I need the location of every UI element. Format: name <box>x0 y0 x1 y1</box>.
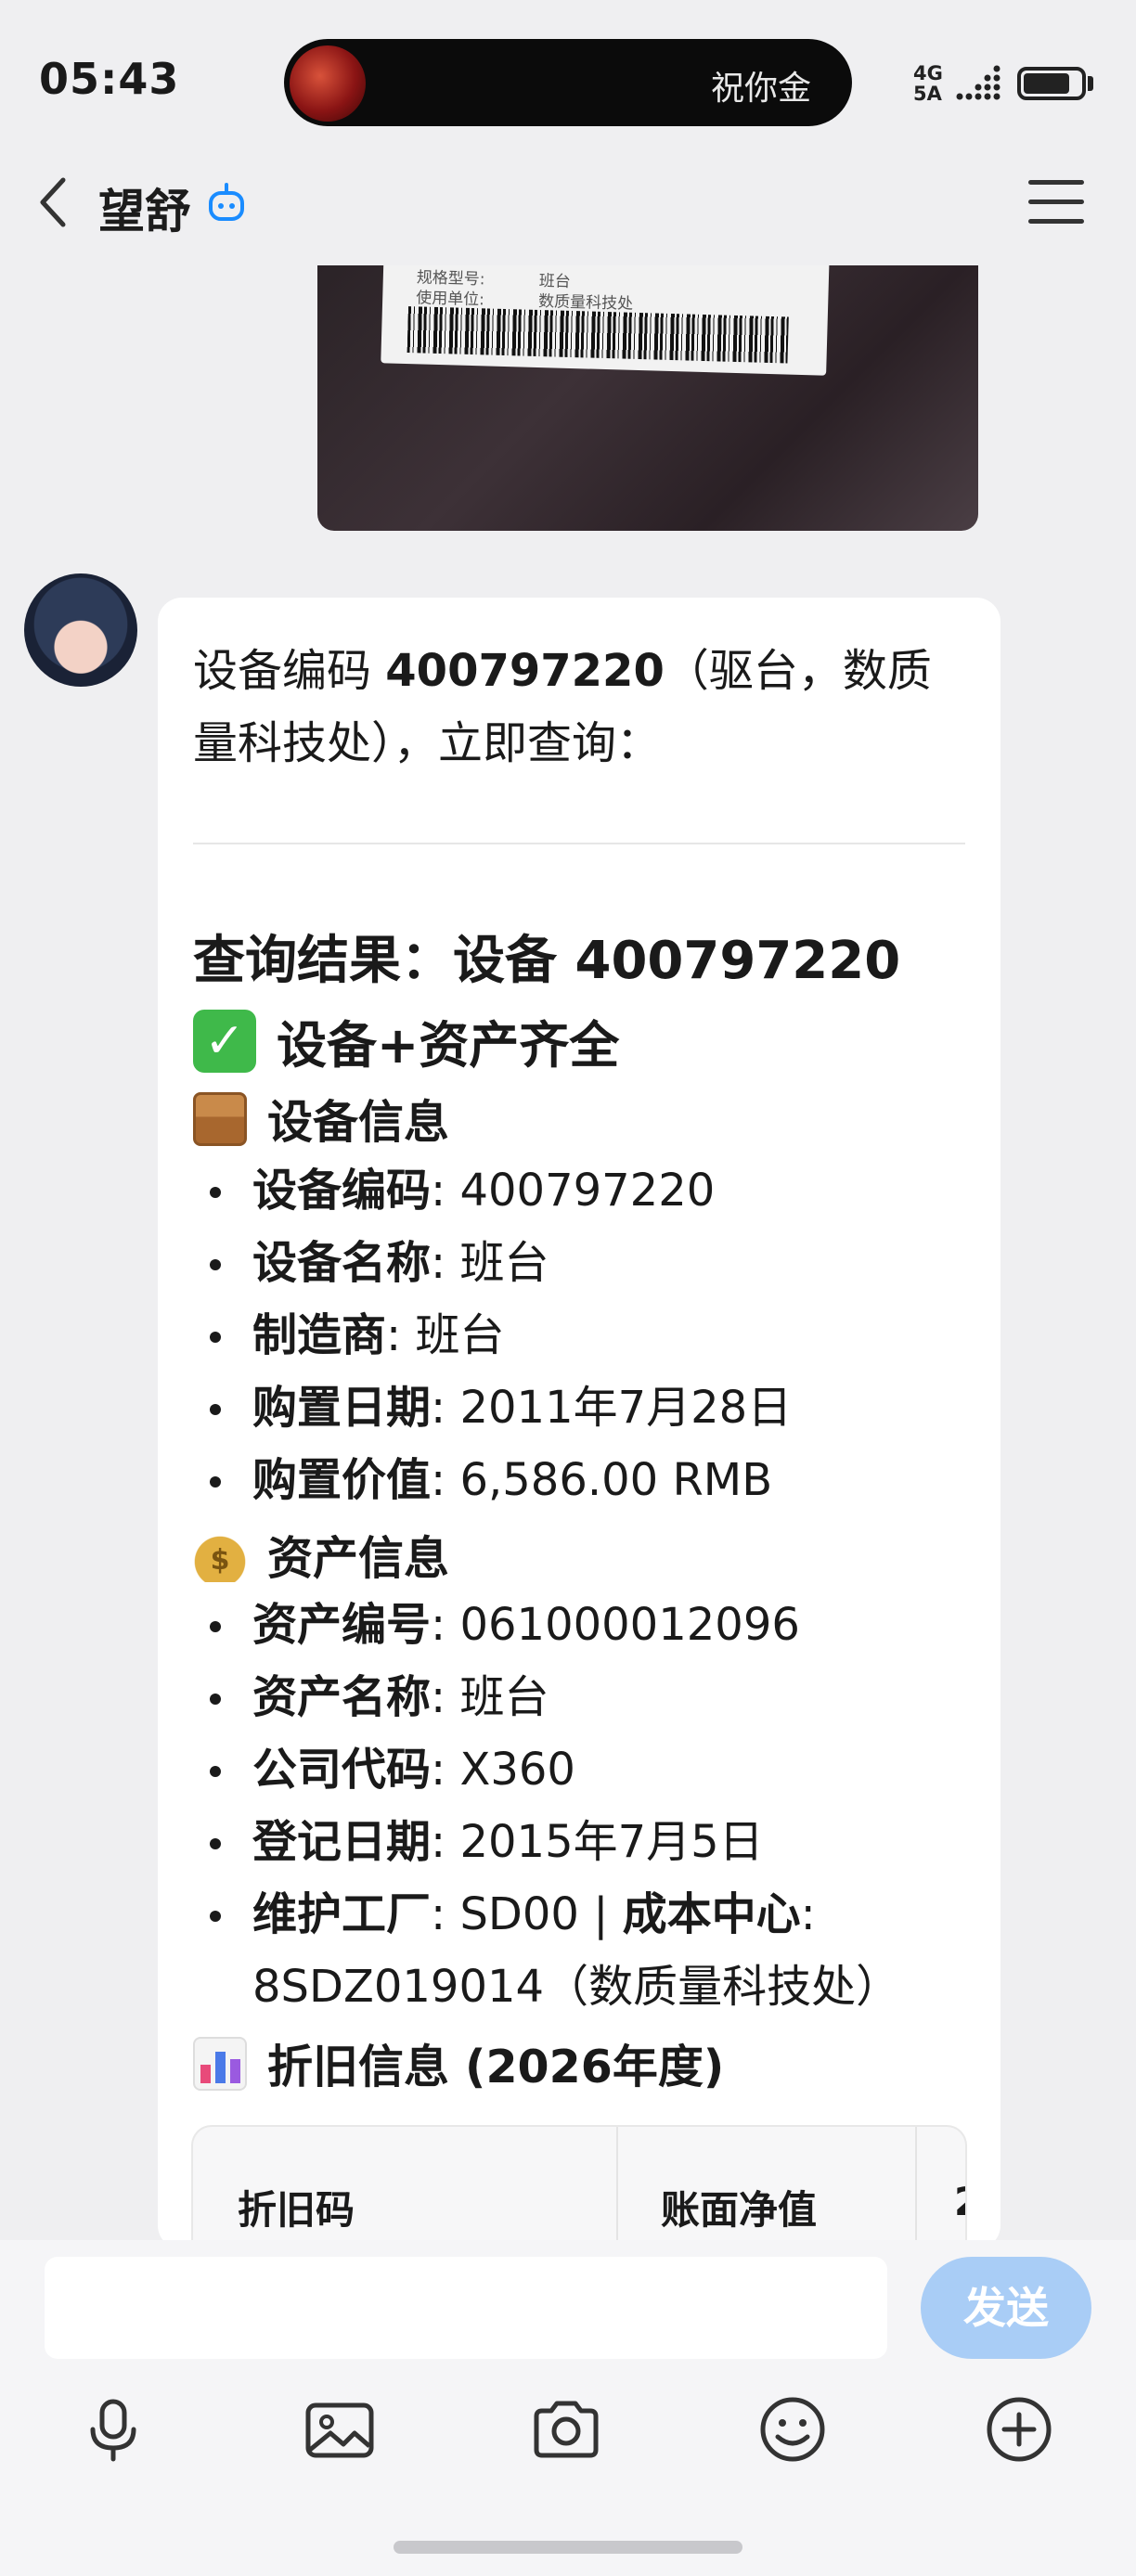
money-bag-icon <box>193 1527 247 1582</box>
list-item: 登记日期: 2015年7月5日 <box>204 1806 984 1878</box>
chat-title: 望舒 <box>98 185 191 238</box>
battery-tip <box>1088 76 1093 91</box>
signal-icon <box>956 65 1000 100</box>
avatar[interactable] <box>24 573 137 687</box>
list-item: 设备编码: 400797220 <box>204 1154 984 1227</box>
island-text: 祝你金 <box>711 70 812 108</box>
microphone-icon[interactable] <box>76 2392 150 2467</box>
list-item: 制造商: 班台 <box>204 1299 984 1372</box>
image-message[interactable]: 规格型号: 班台 使用单位: 数质量科技处 <box>317 265 978 531</box>
barcode <box>407 306 789 364</box>
result-title: 查询结果：设备 400797220 <box>193 931 901 991</box>
list-item: 维护工厂: SD00 | 成本中心: 8SDZ019014（数质量科技处） <box>204 1878 984 2023</box>
intro-text: 设备编码 400797220（驱台，数质量科技处），立即查询： <box>193 645 932 769</box>
list-item: 购置价值: 6,586.00 RMB <box>204 1444 984 1516</box>
image-icon[interactable] <box>303 2392 377 2467</box>
list-item: 资产编号: 061000012096 <box>204 1589 984 1661</box>
network-type: 4G 5A <box>913 62 943 105</box>
package-icon <box>193 1091 247 1146</box>
island-app-icon <box>290 45 366 122</box>
camera-icon[interactable] <box>529 2392 603 2467</box>
depreciation-table[interactable]: 折旧码 账面净值 2 <box>191 2125 967 2255</box>
list-item: 公司代码: X360 <box>204 1733 984 1806</box>
list-item: 设备名称: 班台 <box>204 1227 984 1299</box>
divider <box>193 843 965 844</box>
check-icon: ✓ <box>193 1009 256 1073</box>
emoji-icon[interactable] <box>755 2392 830 2467</box>
back-icon[interactable] <box>35 174 72 230</box>
bar-chart-icon <box>193 2036 247 2091</box>
equipment-label: 规格型号: 班台 使用单位: 数质量科技处 <box>381 265 830 376</box>
plus-icon[interactable] <box>982 2392 1056 2467</box>
asset-info-list: 资产编号: 061000012096 资产名称: 班台 公司代码: X360 登… <box>204 1589 984 2023</box>
device-info-list: 设备编码: 400797220 设备名称: 班台 制造商: 班台 购置日期: 2… <box>204 1154 984 1516</box>
status-time: 05:43 <box>39 54 180 104</box>
list-item: 购置日期: 2011年7月28日 <box>204 1372 984 1444</box>
bot-icon <box>209 183 244 221</box>
table-header: 账面净值 <box>661 2187 818 2233</box>
device-section-heading: 设备信息 <box>193 1086 449 1152</box>
home-indicator[interactable] <box>394 2541 742 2554</box>
message-input[interactable] <box>45 2257 887 2359</box>
label-text: 使用单位: <box>415 289 485 310</box>
asset-section-heading: 资产信息 <box>193 1522 449 1588</box>
table-header: 折旧码 <box>238 2187 355 2233</box>
complete-status: ✓ 设备+资产齐全 <box>193 1004 619 1077</box>
send-button[interactable]: 发送 <box>921 2257 1091 2359</box>
list-item: 资产名称: 班台 <box>204 1661 984 1733</box>
depreciation-section-heading: 折旧信息 (2026年度) <box>193 2030 724 2096</box>
menu-icon[interactable] <box>1028 180 1084 225</box>
battery-icon <box>1017 67 1086 100</box>
table-header: 2 <box>954 2179 965 2224</box>
